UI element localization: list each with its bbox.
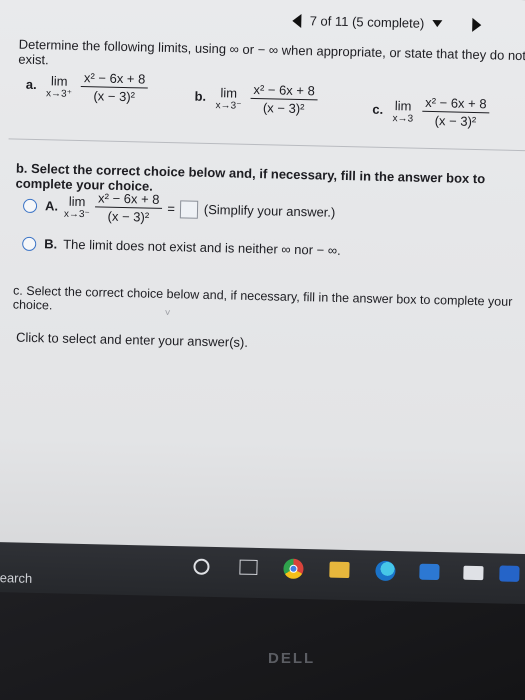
equals-sign: = — [167, 201, 176, 217]
fraction: x² − 6x + 8 (x − 3)² — [80, 70, 149, 105]
numerator: x² − 6x + 8 — [94, 190, 163, 209]
part-c-expression: c. lim x→3 x² − 6x + 8 (x − 3)² — [372, 94, 490, 130]
next-question-icon[interactable] — [472, 17, 482, 32]
monitor-brand-logo: DELL — [268, 650, 316, 667]
answer-input-box[interactable] — [179, 199, 199, 219]
edge-browser-icon[interactable] — [375, 560, 396, 582]
denominator: (x − 3)² — [93, 88, 136, 105]
lim-text: lim — [68, 193, 86, 209]
cortana-circle-icon[interactable] — [193, 558, 210, 575]
lim-text: lim — [50, 72, 68, 89]
part-b-expression: b. lim x→3⁻ x² − 6x + 8 (x − 3)² — [194, 81, 318, 117]
choice-b-radio[interactable] — [22, 236, 37, 251]
chrome-icon[interactable] — [283, 558, 304, 580]
previous-question-icon[interactable] — [292, 13, 302, 28]
choice-b-label: B. — [44, 236, 58, 252]
part-a-expression: a. lim x→3⁺ x² − 6x + 8 (x − 3)² — [25, 69, 149, 105]
progress-label: 7 of 11 (5 complete) — [309, 13, 425, 31]
denominator: (x − 3)² — [434, 113, 477, 130]
denominator: (x − 3)² — [107, 208, 150, 225]
question-menu-chevron-icon[interactable] — [432, 19, 443, 28]
limit-operator: lim x→3⁺ — [45, 72, 73, 100]
lim-approach: x→3⁻ — [63, 208, 90, 220]
limit-operator: lim x→3 — [392, 98, 413, 124]
footer-instruction: Click to select and enter your answer(s)… — [15, 329, 249, 350]
taskbar-search-label[interactable]: search — [0, 570, 32, 586]
part-label: c. — [372, 101, 384, 117]
numerator: x² − 6x + 8 — [421, 94, 490, 114]
choice-b-text: The limit does not exist and is neither … — [63, 236, 341, 258]
part-label: b. — [194, 88, 207, 104]
part-label: a. — [25, 76, 37, 92]
choice-a-label: A. — [44, 198, 59, 214]
task-view-icon[interactable] — [239, 559, 258, 575]
file-explorer-icon[interactable] — [329, 561, 350, 579]
lim-approach: x→3 — [392, 112, 414, 125]
mail-icon[interactable] — [463, 565, 484, 581]
fraction: x² − 6x + 8 (x − 3)² — [94, 190, 163, 225]
simplify-hint: (Simplify your answer.) — [203, 201, 336, 220]
question-navigation: 7 of 11 (5 complete) — [292, 13, 482, 32]
denominator: (x − 3)² — [262, 100, 305, 117]
lim-approach: x→3⁺ — [45, 87, 73, 100]
more-content-indicator: ˅ — [164, 308, 171, 320]
choice-a[interactable]: A. lim x→3⁻ x² − 6x + 8 (x − 3)² = (Simp… — [22, 189, 336, 229]
numerator: x² − 6x + 8 — [250, 81, 318, 101]
limit-operator: lim x→3⁻ — [63, 193, 90, 220]
question-screen: 7 of 11 (5 complete) Determine the follo… — [0, 0, 525, 561]
app-icon[interactable] — [499, 565, 520, 582]
choice-a-radio[interactable] — [22, 198, 38, 213]
lim-text: lim — [220, 84, 238, 101]
choice-b[interactable]: B. The limit does not exist and is neith… — [22, 236, 341, 258]
fraction: x² − 6x + 8 (x − 3)² — [250, 81, 318, 117]
section-divider — [8, 138, 525, 152]
limit-operator: lim x→3⁻ — [215, 84, 242, 112]
lim-text: lim — [394, 97, 412, 114]
numerator: x² − 6x + 8 — [80, 70, 149, 89]
store-icon[interactable] — [419, 563, 440, 581]
part-c-instruction: c. Select the correct choice below and, … — [12, 283, 513, 313]
fraction: x² − 6x + 8 (x − 3)² — [421, 94, 490, 130]
lim-approach: x→3⁻ — [215, 99, 242, 112]
